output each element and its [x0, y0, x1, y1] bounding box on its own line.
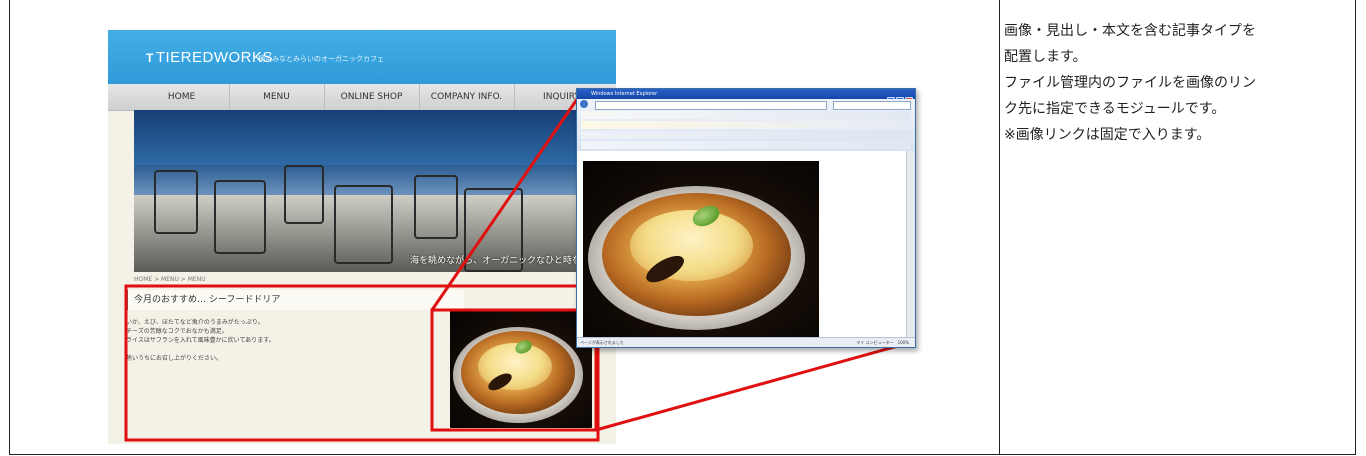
- site-nav: HOME MENU ONLINE SHOP COMPANY INFO. INQU…: [108, 84, 616, 111]
- description-line: ク先に指定できるモジュールです。: [1004, 101, 1226, 117]
- yahoo-toolbar[interactable]: [581, 121, 911, 129]
- vertical-scrollbar[interactable]: [906, 151, 915, 337]
- nav-item-online-shop[interactable]: ONLINE SHOP: [324, 84, 420, 110]
- nav-item-home[interactable]: HOME: [134, 84, 230, 110]
- description-line: 配置します。: [1004, 49, 1087, 65]
- food-photo: [450, 310, 592, 428]
- article-line: いか、えび、ほたてなど魚介のうまみがたっぷり。: [126, 319, 264, 326]
- hero-sky: [134, 110, 616, 165]
- status-text: ページが表示されました: [580, 340, 624, 345]
- article-line: 熱いうちにお召し上がりください。: [126, 355, 223, 362]
- linked-full-image: [583, 161, 819, 337]
- status-zone: マイ コンピューター 100%: [856, 338, 909, 347]
- article-line: ライスはサフランを入れて風味豊かに炊いてあります。: [126, 337, 275, 344]
- menu-bar[interactable]: [581, 111, 911, 119]
- window-controls: [886, 90, 913, 105]
- links-toolbar[interactable]: [581, 131, 911, 139]
- nav-item-company-info[interactable]: COMPANY INFO.: [419, 84, 515, 110]
- description-line: ※画像リンクは固定で入ります。: [1004, 127, 1211, 143]
- description-panel: 画像・見出し・本文を含む記事タイプを 配置します。 ファイル管理内のファイルを画…: [1004, 18, 1344, 148]
- address-bar[interactable]: [595, 101, 827, 110]
- status-bar: ページが表示されました マイ コンピューター 100%: [577, 337, 915, 347]
- breadcrumb[interactable]: HOME > MENU > MENU: [134, 276, 206, 283]
- popup-browser-window: Windows Internet Explorer ページが表示されました マイ…: [576, 88, 916, 348]
- zoom-level[interactable]: 100%: [898, 340, 909, 345]
- article-image-link[interactable]: [450, 310, 592, 428]
- article-body: いか、えび、ほたてなど魚介のうまみがたっぷり。 チーズの芳醇なコクでおなかも満足…: [126, 318, 416, 363]
- hero-image: 海を眺めながら、オーガニックなひと時を過ごす: [134, 110, 616, 272]
- description-line: ファイル管理内のファイルを画像のリン: [1004, 75, 1256, 91]
- search-box[interactable]: [833, 101, 911, 110]
- browser-viewport: [577, 151, 907, 337]
- back-icon[interactable]: [580, 100, 588, 108]
- website-screenshot: T TIEREDWORKS 横浜みなとみらいのオーガニックカフェ HOME MEN…: [108, 30, 616, 444]
- logo-text: TIEREDWORKS: [155, 49, 274, 66]
- browser-toolbar: [577, 99, 915, 152]
- logo-mark-icon: T: [146, 51, 154, 65]
- zone-text: マイ コンピューター: [856, 340, 894, 345]
- article-title: 今月のおすすめ… シーフードドリア: [126, 290, 464, 310]
- favorites-bar[interactable]: [581, 141, 911, 149]
- site-tagline: 横浜みなとみらいのオーガニックカフェ: [258, 55, 384, 63]
- site-header: T TIEREDWORKS 横浜みなとみらいのオーガニックカフェ: [108, 30, 616, 84]
- nav-item-menu[interactable]: MENU: [229, 84, 325, 110]
- description-line: 画像・見出し・本文を含む記事タイプを: [1004, 23, 1256, 39]
- article-module: 今月のおすすめ… シーフードドリア いか、えび、ほたてなど魚介のうまみがたっぷり…: [126, 284, 594, 434]
- food-photo-large: [583, 161, 819, 337]
- browser-titlebar: Windows Internet Explorer: [577, 89, 915, 99]
- article-line: チーズの芳醇なコクでおなかも満足。: [126, 328, 228, 335]
- site-logo[interactable]: T TIEREDWORKS: [146, 49, 273, 66]
